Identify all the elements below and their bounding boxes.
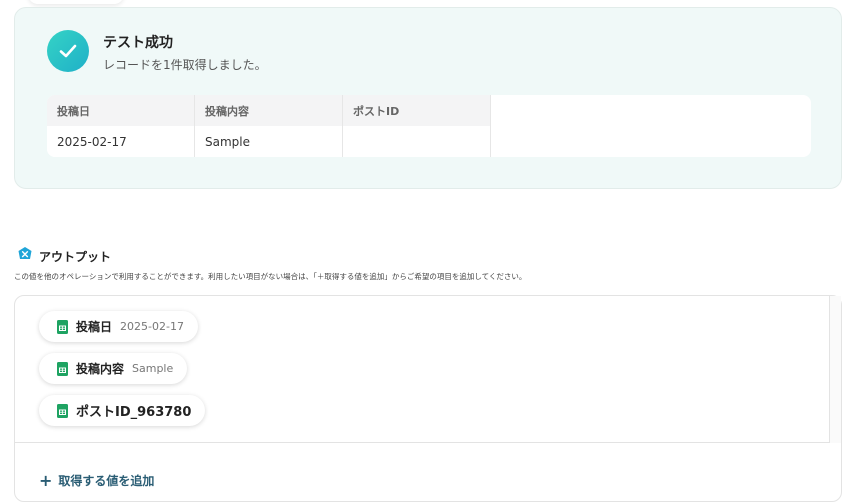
table-cell: Sample xyxy=(195,126,343,157)
result-title: テスト成功 xyxy=(103,35,173,51)
table-cell: 2025-02-17 xyxy=(47,126,195,157)
output-chip[interactable]: 投稿内容 Sample xyxy=(39,353,188,384)
plus-icon: + xyxy=(39,470,53,490)
add-value-label: 取得する値を追加 xyxy=(58,474,155,488)
output-chip-list: 投稿日 2025-02-17 投稿内容 Sample ポストID_963780 xyxy=(15,296,830,443)
output-chip-key: 投稿日 xyxy=(76,320,113,334)
add-value-button[interactable]: + 取得する値を追加 xyxy=(39,472,154,489)
column-header: 投稿日 xyxy=(47,95,195,126)
table-cell xyxy=(343,126,491,157)
result-table: 投稿日 投稿内容 ポストID 2025-02-17 Sample xyxy=(47,95,811,157)
output-chip-value: Sample xyxy=(132,362,174,375)
scrollbar[interactable] xyxy=(829,296,841,443)
output-chip-key: ポストID_963780 xyxy=(76,405,192,420)
output-heading: アウトプット xyxy=(17,246,111,266)
output-hex-icon xyxy=(17,246,33,266)
column-header: 投稿内容 xyxy=(195,95,343,126)
output-description: この値を他のオペレーションで利用することができます。利用したい項目がない場合は、… xyxy=(14,272,527,281)
column-header: ポストID xyxy=(343,95,491,126)
test-result-card: テスト成功 レコードを1件取得しました。 投稿日 投稿内容 ポストID 2025… xyxy=(14,7,842,189)
output-panel: 投稿日 2025-02-17 投稿内容 Sample ポストID_963780 … xyxy=(14,295,842,502)
spreadsheet-icon xyxy=(57,361,68,376)
output-title: アウトプット xyxy=(39,249,112,264)
spreadsheet-icon xyxy=(57,319,68,334)
success-check-icon xyxy=(47,30,89,72)
output-chip[interactable]: 投稿日 2025-02-17 xyxy=(39,311,198,342)
table-row: 2025-02-17 Sample xyxy=(47,126,491,157)
table-header-row: 投稿日 投稿内容 ポストID xyxy=(47,95,491,126)
result-subtitle: レコードを1件取得しました。 xyxy=(103,58,267,72)
output-chip-key: 投稿内容 xyxy=(76,362,125,376)
output-chip-value: 2025-02-17 xyxy=(120,320,184,333)
output-chip[interactable]: ポストID_963780 xyxy=(39,395,206,426)
spreadsheet-icon xyxy=(57,403,68,418)
previous-panel-edge xyxy=(28,0,124,4)
